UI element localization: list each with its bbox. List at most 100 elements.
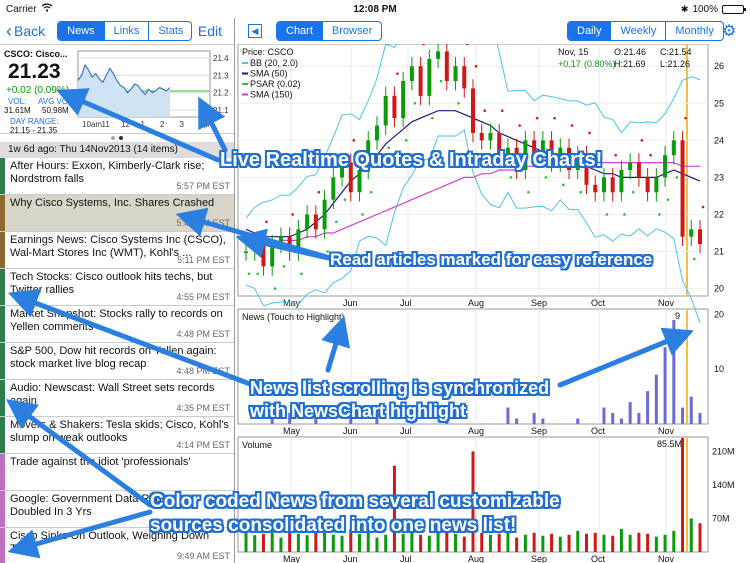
period-tabs: Daily Weekly Monthly (567, 21, 724, 41)
collapse-pane-icon[interactable]: ◀ (248, 24, 262, 38)
avg-volume-label: AVG VOL (38, 97, 73, 106)
source-color-bar (0, 269, 5, 305)
volume-bar (427, 535, 431, 552)
status-right: ✱ 100% (680, 3, 746, 15)
sparkline-x-tick: 10am (82, 120, 102, 129)
quote-symbol-name: CSCO: Cisco... (4, 49, 68, 59)
volume-bar (515, 537, 519, 552)
tab-news[interactable]: News (58, 22, 104, 40)
volume-bar (279, 537, 283, 552)
source-color-bar (0, 343, 5, 379)
volume-bar (593, 532, 597, 552)
psar-dot (535, 116, 539, 120)
volume-panel-label: Volume (242, 440, 272, 450)
chart-x-tick: Sep (531, 554, 547, 563)
edit-button[interactable]: Edit (198, 23, 222, 39)
sparkline-y-tick: 21.3 (213, 71, 229, 80)
chart-x-tick: Jun (343, 298, 358, 308)
volume-bar (384, 534, 388, 552)
candle-body (671, 140, 676, 156)
psar-dot (361, 213, 364, 216)
volume-y-tick: 140M (712, 480, 735, 490)
info-date: Nov, 15 (558, 47, 588, 57)
bluetooth-icon: ✱ (680, 3, 689, 14)
candle-body (305, 214, 310, 230)
volume-bar (550, 533, 554, 552)
sparkline-x-tick: 3 (180, 120, 185, 129)
psar-dot (317, 190, 321, 194)
info-high: H:21.69 (614, 59, 646, 69)
candle-body (645, 177, 650, 193)
sparkline-x-tick: 12 (121, 120, 130, 129)
psar-dot (291, 213, 294, 216)
volume-bar (619, 529, 623, 552)
news-bar (532, 413, 536, 424)
news-bar (663, 347, 667, 424)
news-time: 9:49 AM EST (176, 551, 230, 561)
source-color-bar (0, 528, 5, 563)
candle-body (453, 66, 458, 82)
psar-dot (352, 139, 356, 142)
volume-bar (253, 535, 257, 552)
volume-bar (672, 530, 676, 552)
gear-icon[interactable]: ⚙ (722, 21, 736, 41)
psar-dot (675, 176, 679, 179)
psar-dot (273, 287, 277, 290)
volume-y-tick: 70M (712, 513, 730, 523)
period-tab-monthly[interactable]: Monthly (665, 22, 723, 40)
psar-dot (439, 79, 443, 83)
legend-label: BB (20, 2.0) (250, 58, 298, 68)
period-tab-weekly[interactable]: Weekly (610, 22, 665, 40)
price-y-tick: 24 (714, 135, 724, 145)
view-tab-chart[interactable]: Chart (277, 22, 322, 40)
avg-volume-value: 50.98M (42, 106, 69, 115)
candle-body (680, 140, 685, 237)
news-list-header: 1w 6d ago: Thu 14Nov2013 (14 items) (0, 142, 234, 158)
psar-dot (588, 131, 591, 135)
volume-bar (331, 534, 335, 552)
chart-x-tick: May (283, 554, 301, 563)
psar-dot (335, 220, 338, 224)
news-bar (506, 407, 510, 424)
intraday-sparkline: 21.421.321.221.110am 11 12 1 2 3 4pm (77, 50, 229, 129)
source-color-bar (0, 454, 5, 490)
psar-dot (308, 250, 312, 253)
tab-links[interactable]: Links (103, 22, 149, 40)
list-item[interactable]: Why Cisco Systems, Inc. Shares Crashed 5:… (0, 195, 234, 232)
chart-x-tick: Jul (400, 298, 412, 308)
news-title: Why Cisco Systems, Inc. Shares Crashed (10, 197, 215, 209)
candle-body (689, 229, 694, 237)
period-tab-daily[interactable]: Daily (568, 22, 611, 40)
news-chart[interactable]: May Jun Jul Aug Sep Oct Nov May Jun Jul Aug Sep Oct N… (236, 44, 750, 563)
source-color-bar (0, 158, 5, 194)
list-item[interactable]: After Hours: Exxon, Kimberly-Clark rise;… (0, 158, 234, 195)
tab-stats[interactable]: Stats (148, 22, 191, 40)
chart-x-tick: Oct (591, 554, 606, 563)
back-button[interactable]: ‹ Back (6, 21, 45, 42)
volume-bar (532, 532, 536, 552)
quote-panel[interactable]: CSCO: Cisco... 21.23 +0.02 (0.09%) VOL: … (0, 44, 234, 135)
list-item[interactable]: Movers & Shakers: Tesla skids; Cisco, Ko… (0, 417, 234, 454)
news-bar (681, 407, 685, 424)
list-item[interactable]: Trade against the idiot 'professionals' (0, 454, 234, 491)
list-item[interactable]: Audio: Newscast: Wall Street sets record… (0, 380, 234, 417)
annotation-color-coded-line1: Color coded News from several customizab… (150, 491, 560, 512)
psar-dot (623, 213, 626, 216)
list-item[interactable]: Tech Stocks: Cisco outlook hits techs, b… (0, 269, 234, 306)
news-time: 4:55 PM EST (176, 292, 230, 302)
annotation-sync-line1: News list scrolling is synchronized (250, 378, 550, 398)
candle-body (663, 155, 668, 178)
candle-body (462, 66, 467, 89)
psar-dot (474, 64, 478, 68)
info-change: +0.17 (558, 59, 581, 69)
list-item[interactable]: S&P 500, Dow hit records on Yellen again… (0, 343, 234, 380)
psar-dot (640, 139, 644, 142)
list-item[interactable]: Market Snapshot: Stocks rally to records… (0, 306, 234, 343)
price-y-tick: 23 (714, 172, 724, 182)
view-tab-browser[interactable]: Browser (321, 22, 381, 40)
view-tabs: Chart Browser (276, 21, 383, 41)
news-time: 4:14 PM EST (176, 440, 230, 450)
candle-body (331, 177, 336, 200)
list-item[interactable]: Earnings News: Cisco Systems Inc (CSCO),… (0, 232, 234, 269)
psar-dot (570, 124, 574, 127)
